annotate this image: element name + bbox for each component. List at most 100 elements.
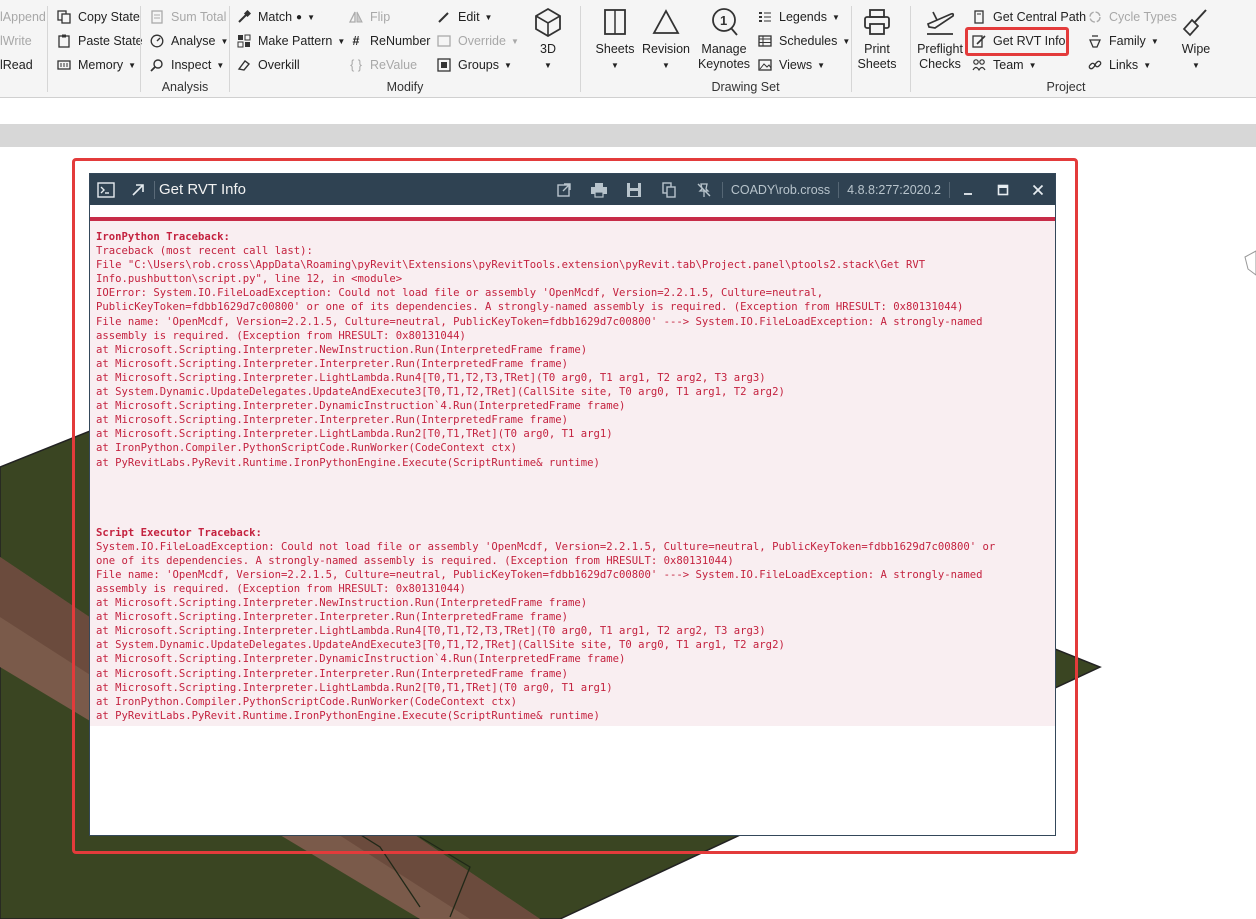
traceback-content[interactable]: IronPython Traceback: Traceback (most re… — [96, 230, 1046, 723]
memory-icon — [56, 57, 72, 73]
3d-button[interactable]: 3D ▼ — [530, 6, 566, 73]
chevron-down-icon: ▼ — [611, 61, 619, 70]
match-label: Match — [258, 10, 293, 24]
traceback-line: assembly is required. (Exception from HR… — [96, 582, 466, 595]
read-button[interactable]: lRead — [0, 54, 33, 76]
links-button[interactable]: Links ▼ — [1087, 54, 1151, 76]
copy-icon — [56, 9, 72, 25]
append-button[interactable]: lAppend — [0, 6, 46, 28]
traceback-line: File "C:\Users\rob.cross\AppData\Roaming… — [96, 259, 926, 272]
keynote-icon: 1 — [695, 6, 753, 38]
version-label: 4.8.8:277:2020.2 — [838, 181, 949, 198]
paste-state-button[interactable]: Paste State — [56, 30, 143, 52]
match-button[interactable]: Match ● ▼ — [236, 6, 315, 28]
edit-button[interactable]: Edit ▼ — [436, 6, 492, 28]
panel-title-analysis: Analysis — [161, 80, 209, 94]
ironpython-traceback-header: IronPython Traceback: — [96, 231, 230, 243]
output-window-title: Get RVT Info — [154, 180, 246, 199]
pin-arrow-icon[interactable] — [122, 174, 154, 205]
traceback-line: System.IO.FileLoadException: Could not l… — [96, 540, 996, 553]
open-external-icon[interactable] — [547, 174, 582, 205]
groups-button[interactable]: Groups ▼ — [436, 54, 512, 76]
cycle-types-button[interactable]: Cycle Types — [1087, 6, 1177, 28]
chevron-down-icon: ▼ — [307, 12, 316, 22]
output-window: Get RVT Info COADY\rob.cross 4.8.8:277:2… — [89, 173, 1056, 836]
inspect-button[interactable]: Inspect ▼ — [149, 54, 224, 76]
brush-icon — [236, 9, 252, 25]
write-label: lWrite — [0, 34, 32, 48]
separator — [851, 6, 852, 92]
override-icon — [436, 33, 452, 49]
family-label: Family — [1109, 34, 1146, 48]
print-icon[interactable] — [582, 174, 617, 205]
maximize-icon[interactable] — [985, 174, 1020, 205]
flip-button[interactable]: Flip — [348, 6, 390, 28]
link-icon — [1087, 57, 1103, 73]
cycle-icon — [1087, 9, 1103, 25]
copy-icon[interactable] — [652, 174, 687, 205]
minimize-icon[interactable] — [950, 174, 985, 205]
chevron-down-icon: ▼ — [544, 61, 552, 70]
views-button[interactable]: Views ▼ — [757, 54, 825, 76]
append-label: lAppend — [0, 10, 46, 24]
ribbon: lAppend lWrite lRead Copy State Paste St… — [0, 0, 1256, 98]
family-icon — [1087, 33, 1103, 49]
team-label: Team — [993, 58, 1024, 72]
views-label: Views — [779, 58, 813, 72]
renumber-button[interactable]: # ReNumber — [348, 30, 431, 52]
panel-clipped: lAppend lWrite lRead — [0, 0, 48, 98]
chevron-down-icon: ▼ — [1028, 60, 1037, 70]
revision-button[interactable]: Revision ▼ — [641, 6, 691, 73]
sheets-icon — [587, 6, 643, 38]
override-button[interactable]: Override ▼ — [436, 30, 519, 52]
traceback-line: at IronPython.Compiler.PythonScriptCode.… — [96, 442, 517, 455]
paste-state-label: Paste State — [78, 34, 143, 48]
memory-button[interactable]: Memory ▼ — [56, 54, 136, 76]
get-central-path-label: Get Central Path — [993, 10, 1087, 24]
debug-off-icon[interactable] — [687, 174, 722, 205]
analyse-button[interactable]: Analyse ▼ — [149, 30, 228, 52]
chevron-down-icon: ▼ — [831, 12, 840, 22]
family-button[interactable]: Family ▼ — [1087, 30, 1159, 52]
schedules-label: Schedules — [779, 34, 838, 48]
traceback-line: at Microsoft.Scripting.Interpreter.Light… — [96, 681, 613, 694]
chevron-down-icon: ▼ — [817, 60, 826, 70]
chevron-down-icon: ▼ — [128, 60, 137, 70]
output-titlebar[interactable]: Get RVT Info COADY\rob.cross 4.8.8:277:2… — [90, 174, 1055, 205]
printer-icon — [854, 6, 900, 38]
overkill-button[interactable]: Overkill — [236, 54, 300, 76]
traceback-line: at Microsoft.Scripting.Interpreter.Light… — [96, 371, 766, 384]
sheets-button[interactable]: Sheets ▼ — [587, 6, 643, 73]
get-central-path-button[interactable]: Get Central Path — [971, 6, 1086, 28]
gauge-icon — [149, 33, 165, 49]
read-label: lRead — [0, 58, 33, 72]
wipe-button[interactable]: Wipe ▼ — [1175, 6, 1217, 73]
sum-icon — [149, 9, 165, 25]
make-pattern-button[interactable]: Make Pattern ▼ — [236, 30, 345, 52]
traceback-line: at PyRevitLabs.PyRevit.Runtime.IronPytho… — [96, 709, 600, 722]
sum-total-button[interactable]: Sum Total — [149, 6, 226, 28]
manage-keynotes-button[interactable]: 1 Manage Keynotes — [695, 6, 753, 72]
sheets-label: Sheets — [595, 42, 635, 56]
panel-title-project: Project — [1046, 80, 1086, 94]
copy-state-button[interactable]: Copy State — [56, 6, 140, 28]
traceback-line: at Microsoft.Scripting.Interpreter.NewIn… — [96, 597, 588, 610]
user-label: COADY\rob.cross — [721, 181, 838, 198]
print-sheets-button[interactable]: Print Sheets — [854, 6, 900, 72]
traceback-line: at Microsoft.Scripting.Interpreter.Inter… — [96, 414, 568, 427]
preflight-checks-button[interactable]: Preflight Checks — [913, 6, 967, 72]
flip-icon — [348, 9, 364, 25]
links-label: Links — [1109, 58, 1139, 72]
schedules-button[interactable]: Schedules ▼ — [757, 30, 850, 52]
team-button[interactable]: Team ▼ — [971, 54, 1037, 76]
chevron-down-icon: ▼ — [337, 36, 346, 46]
print-sheets-label: Print Sheets — [857, 42, 897, 71]
save-icon[interactable] — [617, 174, 652, 205]
legends-button[interactable]: Legends ▼ — [757, 6, 840, 28]
traceback-line: IOError: System.IO.FileLoadException: Co… — [96, 287, 824, 300]
close-icon[interactable] — [1020, 174, 1055, 205]
revalue-button[interactable]: { } ReValue — [348, 54, 417, 76]
sum-total-label: Sum Total — [171, 10, 227, 24]
write-button[interactable]: lWrite — [0, 30, 32, 52]
